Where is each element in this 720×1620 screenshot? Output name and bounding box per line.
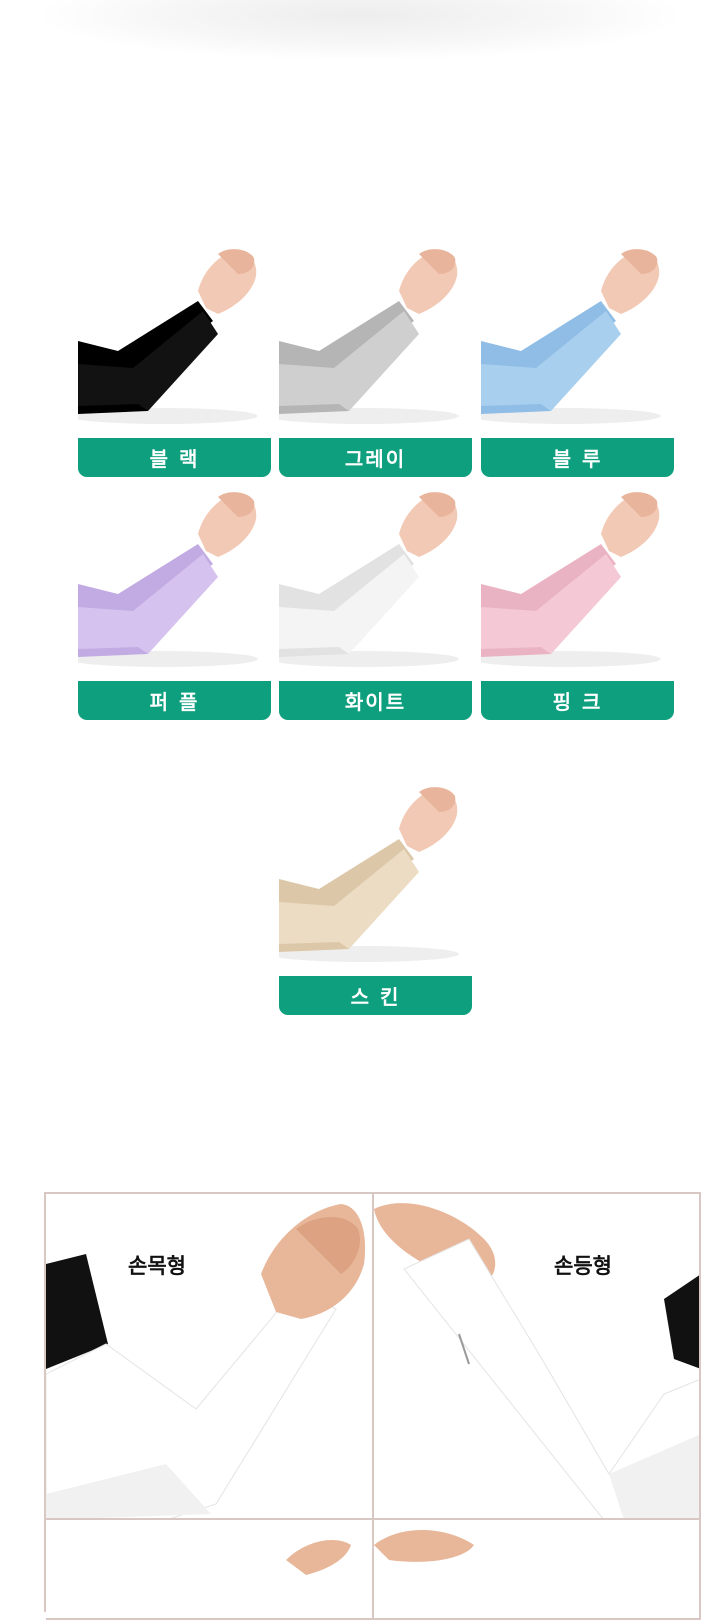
swatch-label-blue: 블 루 (481, 438, 674, 477)
sleeve-photo-pink (481, 489, 674, 677)
sleeve-photo-gray (279, 246, 472, 434)
sleeve-photo-blue (481, 246, 674, 434)
swatch-black[interactable]: 블 랙 (78, 246, 271, 478)
fit-cell-bottom-left (46, 1520, 374, 1620)
sleeve-photo-purple (78, 489, 271, 677)
fit-label-wrist: 손목형 (128, 1254, 186, 1278)
bottom-right-hand-photo (374, 1530, 474, 1562)
swatch-label-skin: 스 킨 (279, 976, 472, 1015)
arm-sleeve-illustration (78, 492, 258, 667)
swatch-label-white: 화이트 (279, 681, 472, 720)
arm-sleeve-illustration (279, 492, 459, 667)
swatch-skin[interactable]: 스 킨 (279, 784, 472, 1016)
swatch-white[interactable]: 화이트 (279, 489, 472, 721)
swatch-purple[interactable]: 퍼 플 (78, 489, 271, 721)
fit-type-grid: 손목형 손등형 (44, 1192, 701, 1620)
arm-sleeve-illustration (481, 492, 661, 667)
arm-sleeve-illustration (78, 249, 258, 424)
handback-type-sleeve-photo (374, 1203, 699, 1518)
swatch-label-gray: 그레이 (279, 438, 472, 477)
fit-label-handback: 손등형 (554, 1254, 612, 1278)
wrist-type-sleeve-photo (46, 1204, 366, 1518)
bottom-left-hand-photo (286, 1540, 351, 1575)
swatch-pink[interactable]: 핑 크 (481, 489, 674, 721)
arm-sleeve-illustration (279, 787, 459, 962)
arm-sleeve-illustration (481, 249, 661, 424)
top-shadow (40, 0, 680, 60)
swatch-label-purple: 퍼 플 (78, 681, 271, 720)
fit-cell-handback: 손등형 (374, 1194, 701, 1520)
sleeve-photo-black (78, 246, 271, 434)
swatch-blue[interactable]: 블 루 (481, 246, 674, 478)
sleeve-photo-white (279, 489, 472, 677)
fit-cell-wrist: 손목형 (46, 1194, 374, 1520)
swatch-label-black: 블 랙 (78, 438, 271, 477)
swatch-gray[interactable]: 그레이 (279, 246, 472, 478)
fit-cell-bottom-right (374, 1520, 701, 1620)
arm-sleeve-illustration (279, 249, 459, 424)
swatch-label-pink: 핑 크 (481, 681, 674, 720)
sleeve-photo-skin (279, 784, 472, 972)
